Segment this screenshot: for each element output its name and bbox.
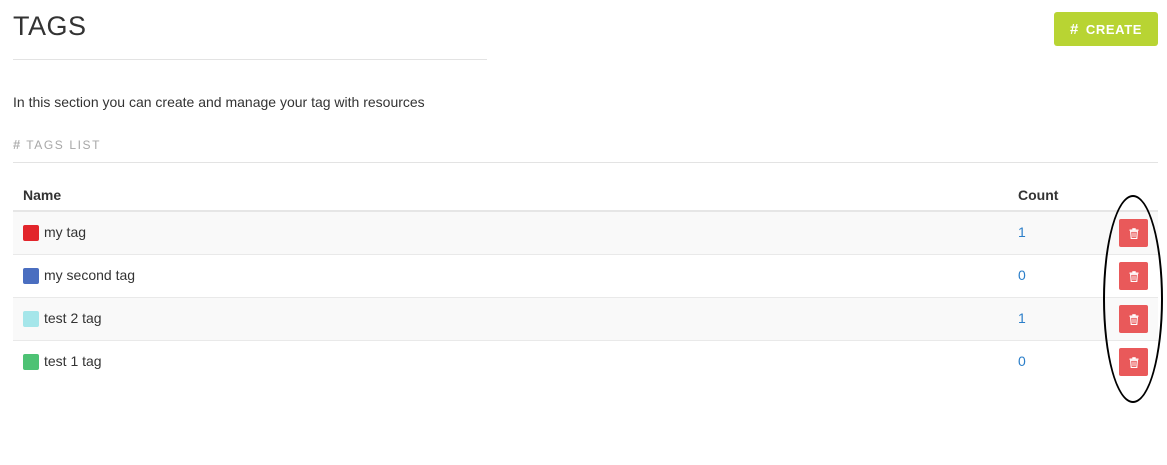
trash-icon — [1129, 270, 1138, 282]
title-divider — [13, 59, 487, 60]
create-button-label: CREATE — [1085, 21, 1143, 37]
delete-button[interactable] — [1119, 348, 1148, 376]
table-row: my second tag 0 — [13, 255, 1158, 298]
hash-icon: # — [1069, 20, 1079, 38]
page-title: TAGS — [13, 11, 87, 41]
tag-name: my tag — [44, 224, 87, 240]
page: TAGS # CREATE In this section you can cr… — [0, 0, 1167, 465]
section-title: TAGS LIST — [26, 137, 102, 152]
delete-button[interactable] — [1119, 305, 1148, 333]
tag-name: test 2 tag — [44, 310, 102, 326]
column-header-name: Name — [23, 187, 62, 203]
hash-icon: # — [13, 137, 21, 152]
table-header: Name Count — [13, 176, 1158, 212]
trash-icon — [1129, 356, 1138, 368]
table-row: my tag 1 — [13, 212, 1158, 255]
table-row: test 1 tag 0 — [13, 341, 1158, 384]
tag-name: test 1 tag — [44, 353, 102, 369]
delete-button[interactable] — [1119, 219, 1148, 247]
tag-name: my second tag — [44, 267, 136, 283]
tag-count-link[interactable]: 0 — [1018, 267, 1026, 283]
trash-icon — [1129, 227, 1138, 239]
tag-color-swatch — [23, 225, 39, 241]
trash-icon — [1129, 313, 1138, 325]
tag-count-link[interactable]: 1 — [1018, 310, 1026, 326]
tag-color-swatch — [23, 311, 39, 327]
tag-count-link[interactable]: 1 — [1018, 224, 1026, 240]
delete-button[interactable] — [1119, 262, 1148, 290]
tag-color-swatch — [23, 354, 39, 370]
table-row: test 2 tag 1 — [13, 298, 1158, 341]
create-button[interactable]: # CREATE — [1054, 12, 1158, 46]
section-divider — [13, 162, 1158, 163]
tags-table: Name Count my tag 1 my second tag 0 test… — [13, 176, 1158, 384]
tag-color-swatch — [23, 268, 39, 284]
column-header-count: Count — [1018, 187, 1059, 203]
intro-text: In this section you can create and manag… — [13, 94, 425, 110]
section-header: # TAGS LIST — [13, 137, 101, 152]
tag-count-link[interactable]: 0 — [1018, 353, 1026, 369]
